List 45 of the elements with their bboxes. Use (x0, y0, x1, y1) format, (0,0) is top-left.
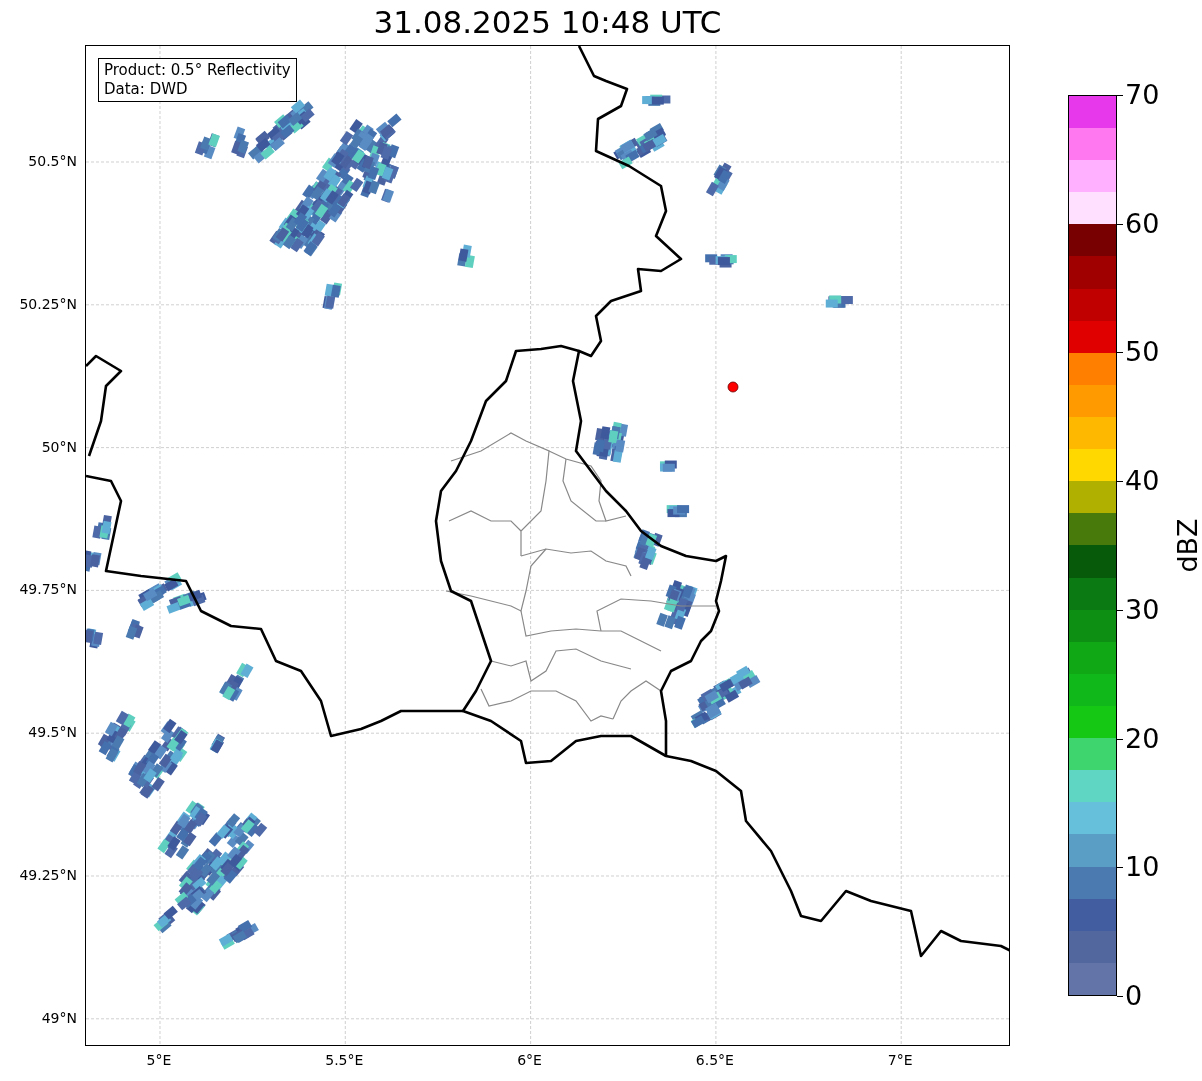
info-text: Product: 0.5° Reflectivity (104, 61, 291, 80)
radar-echo (666, 505, 690, 518)
radar-site-marker (727, 381, 739, 393)
latitude-label: 50°N (41, 438, 77, 455)
radar-echo (218, 919, 259, 950)
radar-echo (592, 421, 629, 463)
chart-title: 31.08.2025 10:48 UTC (372, 3, 723, 42)
longitude-label: 5°E (146, 1052, 172, 1068)
latitude-label: 49.75°N (19, 581, 77, 598)
radar-echo (125, 618, 144, 640)
radar-echo (705, 162, 733, 197)
colorbar-tick-label: 10 (1125, 852, 1160, 883)
radar-echo (92, 514, 112, 541)
info-text: Data: DWD (104, 80, 189, 99)
radar-echo (825, 295, 853, 308)
colorbar-tick-label: 60 (1125, 208, 1160, 239)
colorbar-tick-label: 30 (1125, 594, 1160, 625)
radar-echo (322, 282, 343, 310)
radar-echo (86, 628, 104, 649)
latitude-label: 50.5°N (28, 153, 77, 169)
longitude-label: 7°E (887, 1052, 913, 1068)
radar-echo (659, 460, 677, 472)
radar-echo (705, 254, 737, 268)
latitude-label: 49.5°N (28, 724, 77, 741)
radar-echo (457, 244, 475, 269)
radar-echo (219, 662, 254, 702)
radar-echo (656, 580, 698, 630)
longitude-label: 6.5°E (695, 1052, 734, 1068)
latitude-label: 49.25°N (19, 867, 77, 883)
longitude-label: 6°E (517, 1052, 542, 1068)
radar-echo (642, 94, 671, 106)
latitude-label: 50.25°N (19, 295, 77, 312)
longitude-label: 5.5°E (325, 1052, 364, 1068)
radar-echo (194, 133, 220, 160)
radar-echo (613, 123, 668, 170)
latitude-label: 49°N (41, 1009, 77, 1026)
colorbar-tick-label: 40 (1125, 466, 1160, 497)
colorbar-tick-label: 50 (1125, 337, 1160, 368)
colorbar-tick-label: 20 (1125, 723, 1160, 754)
radar-echo (86, 550, 102, 572)
colorbar-tick-label: 70 (1125, 80, 1160, 110)
radar-echo (633, 529, 663, 571)
colorbar-tick-label: 0 (1125, 981, 1143, 1011)
radar-echo (209, 733, 226, 754)
colorbar-label: dBZ (1172, 518, 1202, 573)
